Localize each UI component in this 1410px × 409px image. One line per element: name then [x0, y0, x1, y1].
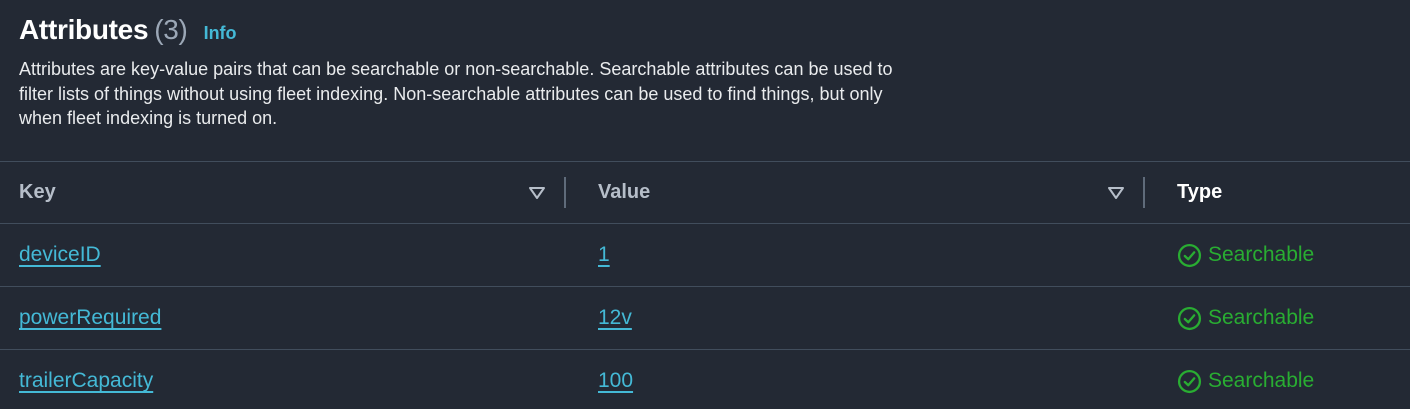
column-header-type-label: Type — [1177, 181, 1223, 203]
status-text: Searchable — [1208, 306, 1315, 329]
attributes-panel: Attributes (3) Info Attributes are key-va… — [0, 0, 1410, 409]
panel-title-text: Attributes — [19, 14, 149, 45]
check-circle-icon — [1177, 306, 1202, 330]
cell-key: deviceID — [0, 243, 566, 267]
table-row: deviceID 1 Searchable — [0, 224, 1410, 287]
table-row: powerRequired 12v Searchable — [0, 287, 1410, 350]
attribute-value-link[interactable]: 100 — [598, 369, 633, 392]
panel-header: Attributes (3) Info Attributes are key-va… — [0, 0, 1410, 147]
panel-title: Attributes (3) — [19, 14, 188, 46]
check-circle-icon — [1177, 243, 1202, 267]
attribute-value-link[interactable]: 1 — [598, 243, 610, 266]
cell-type: Searchable — [1145, 369, 1410, 394]
column-header-key[interactable]: Key — [0, 162, 566, 223]
column-header-key-label: Key — [19, 181, 56, 203]
attribute-value-link[interactable]: 12v — [598, 306, 632, 329]
cell-key: powerRequired — [0, 306, 566, 330]
attributes-table: Key Value Type deviceID 1 Searchable pow… — [0, 161, 1410, 409]
column-header-value-label: Value — [598, 181, 651, 203]
attribute-key-link[interactable]: trailerCapacity — [19, 369, 153, 392]
panel-description: Attributes are key-value pairs that can … — [19, 59, 893, 128]
status-text: Searchable — [1208, 243, 1315, 266]
status-text: Searchable — [1208, 369, 1315, 392]
info-link[interactable]: Info — [204, 23, 237, 44]
sort-key-icon[interactable] — [528, 184, 546, 202]
cell-type: Searchable — [1145, 306, 1410, 331]
title-row: Attributes (3) Info — [19, 14, 1391, 50]
sort-value-icon[interactable] — [1107, 184, 1125, 202]
attributes-count: (3) — [154, 14, 188, 45]
check-circle-icon — [1177, 369, 1202, 393]
table-header: Key Value Type — [0, 162, 1410, 224]
column-header-value[interactable]: Value — [566, 162, 1145, 223]
cell-value: 12v — [566, 306, 1145, 330]
attribute-key-link[interactable]: deviceID — [19, 243, 101, 266]
cell-value: 1 — [566, 243, 1145, 267]
table-row: trailerCapacity 100 Searchable — [0, 350, 1410, 409]
cell-key: trailerCapacity — [0, 369, 566, 393]
cell-value: 100 — [566, 369, 1145, 393]
column-header-type: Type — [1145, 162, 1410, 223]
attribute-key-link[interactable]: powerRequired — [19, 306, 161, 329]
cell-type: Searchable — [1145, 243, 1410, 268]
